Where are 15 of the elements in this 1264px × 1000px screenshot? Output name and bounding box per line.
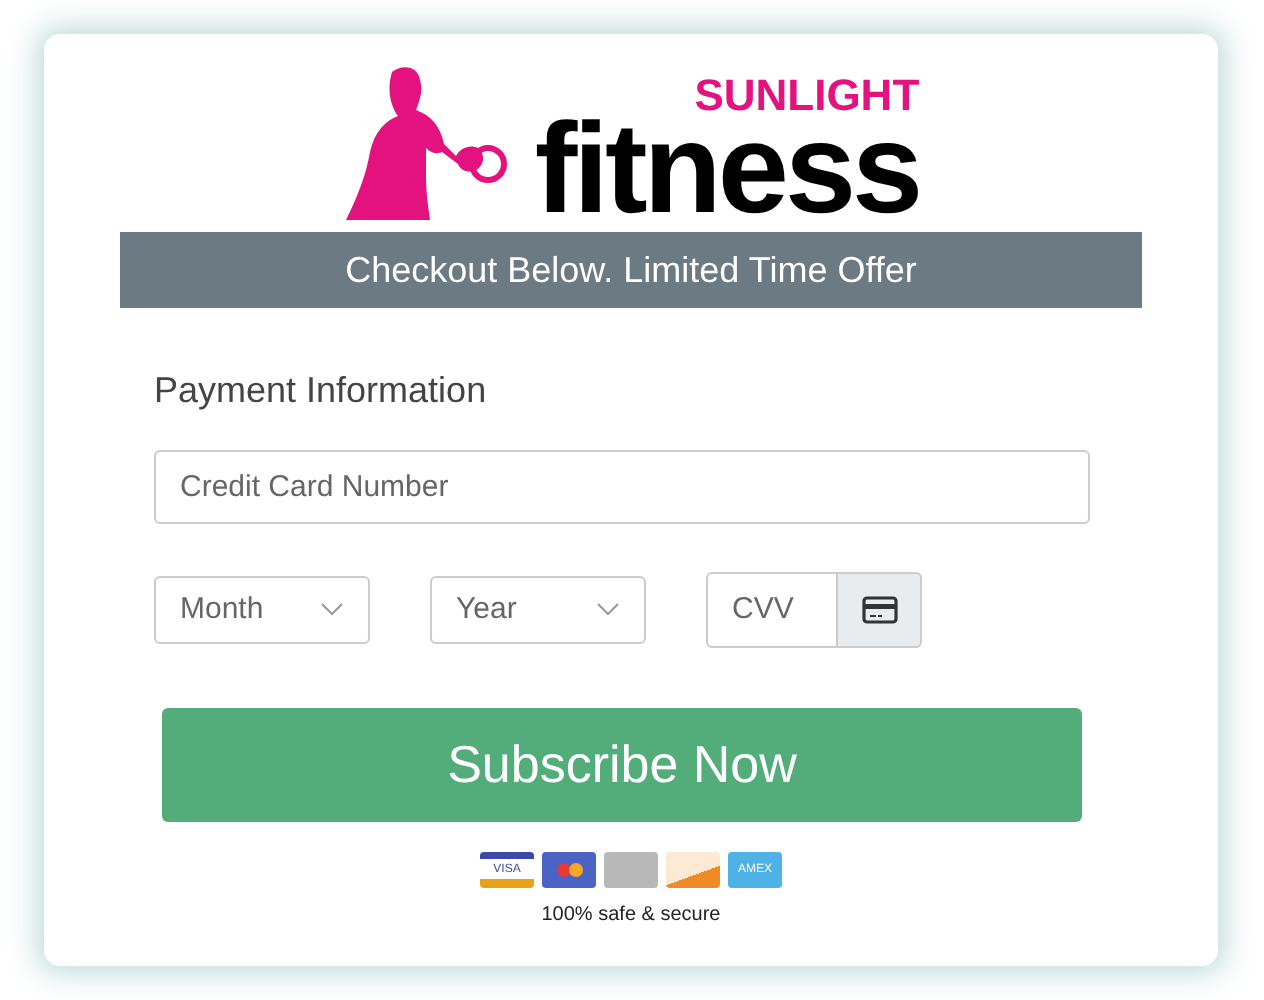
- year-select[interactable]: Year: [430, 576, 646, 644]
- chevron-icon: [320, 602, 344, 618]
- month-select[interactable]: Month: [154, 576, 370, 644]
- credit-card-icon: [861, 596, 897, 624]
- secure-note: 100% safe & secure: [539, 902, 723, 930]
- card-logo-icon: [666, 852, 720, 888]
- card-logo-icon: [542, 852, 596, 888]
- cvv-field[interactable]: CVV: [706, 572, 838, 648]
- section-heading: Payment Information: [154, 368, 489, 414]
- card-logo-icon: [604, 852, 658, 888]
- card-number-field[interactable]: Credit Card Number: [154, 450, 1090, 524]
- brand-name: SUNLIGHT: [694, 73, 920, 118]
- offer-banner: Checkout Below. Limited Time Offer: [120, 232, 1142, 308]
- chevron-icon: [596, 602, 620, 618]
- logo-word: fitness: [534, 117, 920, 220]
